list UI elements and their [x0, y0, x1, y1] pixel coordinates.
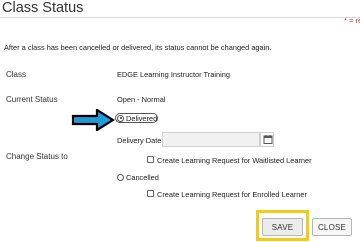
- status-notice: After a class has been cancelled or deli…: [4, 43, 272, 52]
- enrolled-checkbox[interactable]: [147, 190, 154, 197]
- class-label: Class: [6, 70, 27, 79]
- waitlisted-checkbox-label[interactable]: Create Learning Request for Waitlisted L…: [157, 156, 312, 165]
- current-status-value: Open - Normal: [117, 95, 166, 104]
- delivery-date-input[interactable]: [162, 132, 260, 147]
- calendar-button[interactable]: [260, 132, 274, 147]
- delivery-date-label: Delivery Date: [117, 136, 162, 145]
- calendar-icon: [263, 135, 273, 144]
- current-status-label: Current Status: [6, 95, 58, 104]
- arrow-right-icon: [71, 109, 115, 131]
- radio-cancelled[interactable]: [117, 174, 124, 181]
- class-value: EDGE Learning Instructor Training: [117, 70, 230, 79]
- radio-delivered-label[interactable]: Delivered: [126, 114, 157, 123]
- waitlisted-checkbox[interactable]: [147, 156, 154, 163]
- close-button[interactable]: CLOSE: [312, 218, 352, 236]
- radio-cancelled-label[interactable]: Cancelled: [126, 173, 159, 182]
- change-status-label: Change Status to: [6, 152, 68, 161]
- save-button[interactable]: SAVE: [262, 218, 303, 236]
- page-title: Class Status: [2, 0, 84, 16]
- enrolled-checkbox-label[interactable]: Create Learning Request for Enrolled Lea…: [157, 190, 307, 199]
- radio-delivered[interactable]: [117, 114, 124, 122]
- required-note: * = requi: [344, 16, 360, 25]
- title-divider: [0, 17, 360, 18]
